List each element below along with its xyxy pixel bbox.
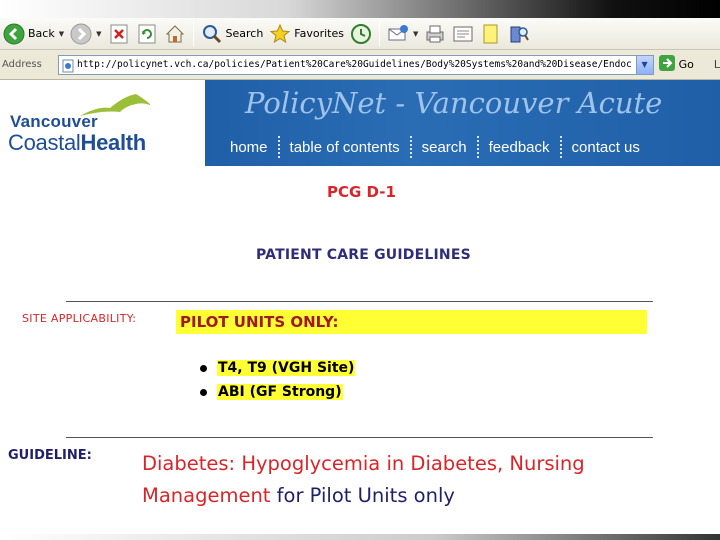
- guideline-title: Diabetes: Hypoglycemia in Diabetes, Nurs…: [142, 448, 662, 512]
- back-label: Back: [28, 27, 55, 40]
- logo-coastal: Coastal: [8, 130, 81, 155]
- forward-arrow-icon: [70, 23, 92, 45]
- nav-separator: [277, 136, 280, 158]
- search-label: Search: [225, 27, 264, 40]
- forward-button[interactable]: ▼: [67, 20, 104, 48]
- nav-separator: [559, 136, 562, 158]
- search-icon: [201, 23, 223, 45]
- list-item: T4, T9 (VGH Site): [200, 356, 356, 380]
- back-dropdown-icon[interactable]: ▼: [59, 30, 64, 38]
- back-button[interactable]: Back ▼: [0, 20, 67, 48]
- notes-button[interactable]: [477, 20, 505, 48]
- address-input[interactable]: http://policynet.vch.ca/policies/Patient…: [57, 54, 654, 75]
- mail-button[interactable]: ▼: [384, 20, 421, 48]
- search-button[interactable]: Search: [198, 20, 267, 48]
- back-arrow-icon: [3, 23, 25, 45]
- refresh-icon: [136, 23, 158, 45]
- print-button[interactable]: [421, 20, 449, 48]
- favorites-button[interactable]: Favorites: [266, 20, 347, 48]
- banner-nav: home table of contents search feedback c…: [230, 136, 640, 158]
- go-label: Go: [678, 58, 694, 71]
- site-applicability-label: SITE APPLICABILITY:: [22, 312, 137, 325]
- pilot-units-highlight: PILOT UNITS ONLY:: [176, 310, 647, 334]
- bullet-icon: [200, 364, 207, 372]
- address-bar: Address http://policynet.vch.ca/policies…: [0, 50, 720, 80]
- nav-separator: [476, 136, 479, 158]
- nav-feedback[interactable]: feedback: [489, 139, 550, 156]
- nav-contact-us[interactable]: contact us: [572, 139, 640, 156]
- guideline-label: GUIDELINE:: [8, 448, 92, 463]
- forward-dropdown-icon[interactable]: ▼: [96, 30, 101, 38]
- edit-button[interactable]: [449, 20, 477, 48]
- nav-separator: [409, 136, 412, 158]
- logo-line-1: Vancouver: [10, 112, 98, 131]
- history-icon: [350, 23, 372, 45]
- links-label[interactable]: L: [714, 58, 720, 71]
- research-icon: [508, 23, 530, 45]
- toolbar-separator: [379, 21, 380, 46]
- window-bottom-strip: [0, 534, 720, 540]
- window-top-strip: [0, 0, 720, 20]
- stop-button[interactable]: [105, 20, 133, 48]
- document-heading: PATIENT CARE GUIDELINES: [256, 247, 471, 263]
- edit-page-icon: [452, 23, 474, 45]
- printer-icon: [424, 23, 446, 45]
- unit-name: T4, T9 (VGH Site): [217, 360, 356, 376]
- favorites-label: Favorites: [294, 27, 344, 40]
- nav-table-of-contents[interactable]: table of contents: [290, 139, 400, 156]
- address-dropdown-icon[interactable]: ▼: [635, 55, 653, 74]
- site-title: PolicyNet - Vancouver Acute: [245, 86, 663, 120]
- unit-name: ABI (GF Strong): [217, 384, 343, 400]
- toolbar-separator: [192, 21, 194, 46]
- mail-icon: [387, 23, 409, 45]
- bullet-icon: [200, 388, 207, 396]
- star-icon: [269, 23, 291, 45]
- divider: [66, 301, 653, 302]
- page-icon: [61, 58, 75, 72]
- go-button[interactable]: Go: [658, 54, 694, 76]
- nav-home[interactable]: home: [230, 139, 268, 156]
- list-item: ABI (GF Strong): [200, 380, 355, 404]
- refresh-button[interactable]: [133, 20, 161, 48]
- divider: [66, 437, 653, 438]
- home-icon: [164, 23, 186, 45]
- mail-dropdown-icon[interactable]: ▼: [413, 30, 418, 38]
- pilot-units-list: T4, T9 (VGH Site) ABI (GF Strong): [200, 356, 356, 404]
- document-code: PCG D-1: [327, 183, 396, 201]
- go-arrow-icon: [658, 54, 676, 76]
- guideline-title-suffix: for Pilot Units only: [270, 484, 455, 507]
- nav-search[interactable]: search: [422, 139, 467, 156]
- address-label: Address: [2, 59, 42, 70]
- address-url: http://policynet.vch.ca/policies/Patient…: [76, 59, 632, 70]
- site-banner: Vancouver CoastalHealth PolicyNet - Vanc…: [0, 80, 720, 166]
- logo-health: Health: [80, 130, 147, 155]
- stop-icon: [108, 23, 130, 45]
- pilot-units-label: PILOT UNITS ONLY:: [180, 313, 339, 331]
- note-icon: [480, 23, 502, 45]
- research-button[interactable]: [505, 20, 533, 48]
- document-content: PCG D-1 PATIENT CARE GUIDELINES SITE APP…: [0, 166, 720, 540]
- history-button[interactable]: [347, 20, 375, 48]
- home-button[interactable]: [161, 20, 189, 48]
- logo-line-2: CoastalHealth: [8, 130, 146, 156]
- browser-toolbar: Back ▼ ▼ Search Favorites ▼: [0, 18, 720, 50]
